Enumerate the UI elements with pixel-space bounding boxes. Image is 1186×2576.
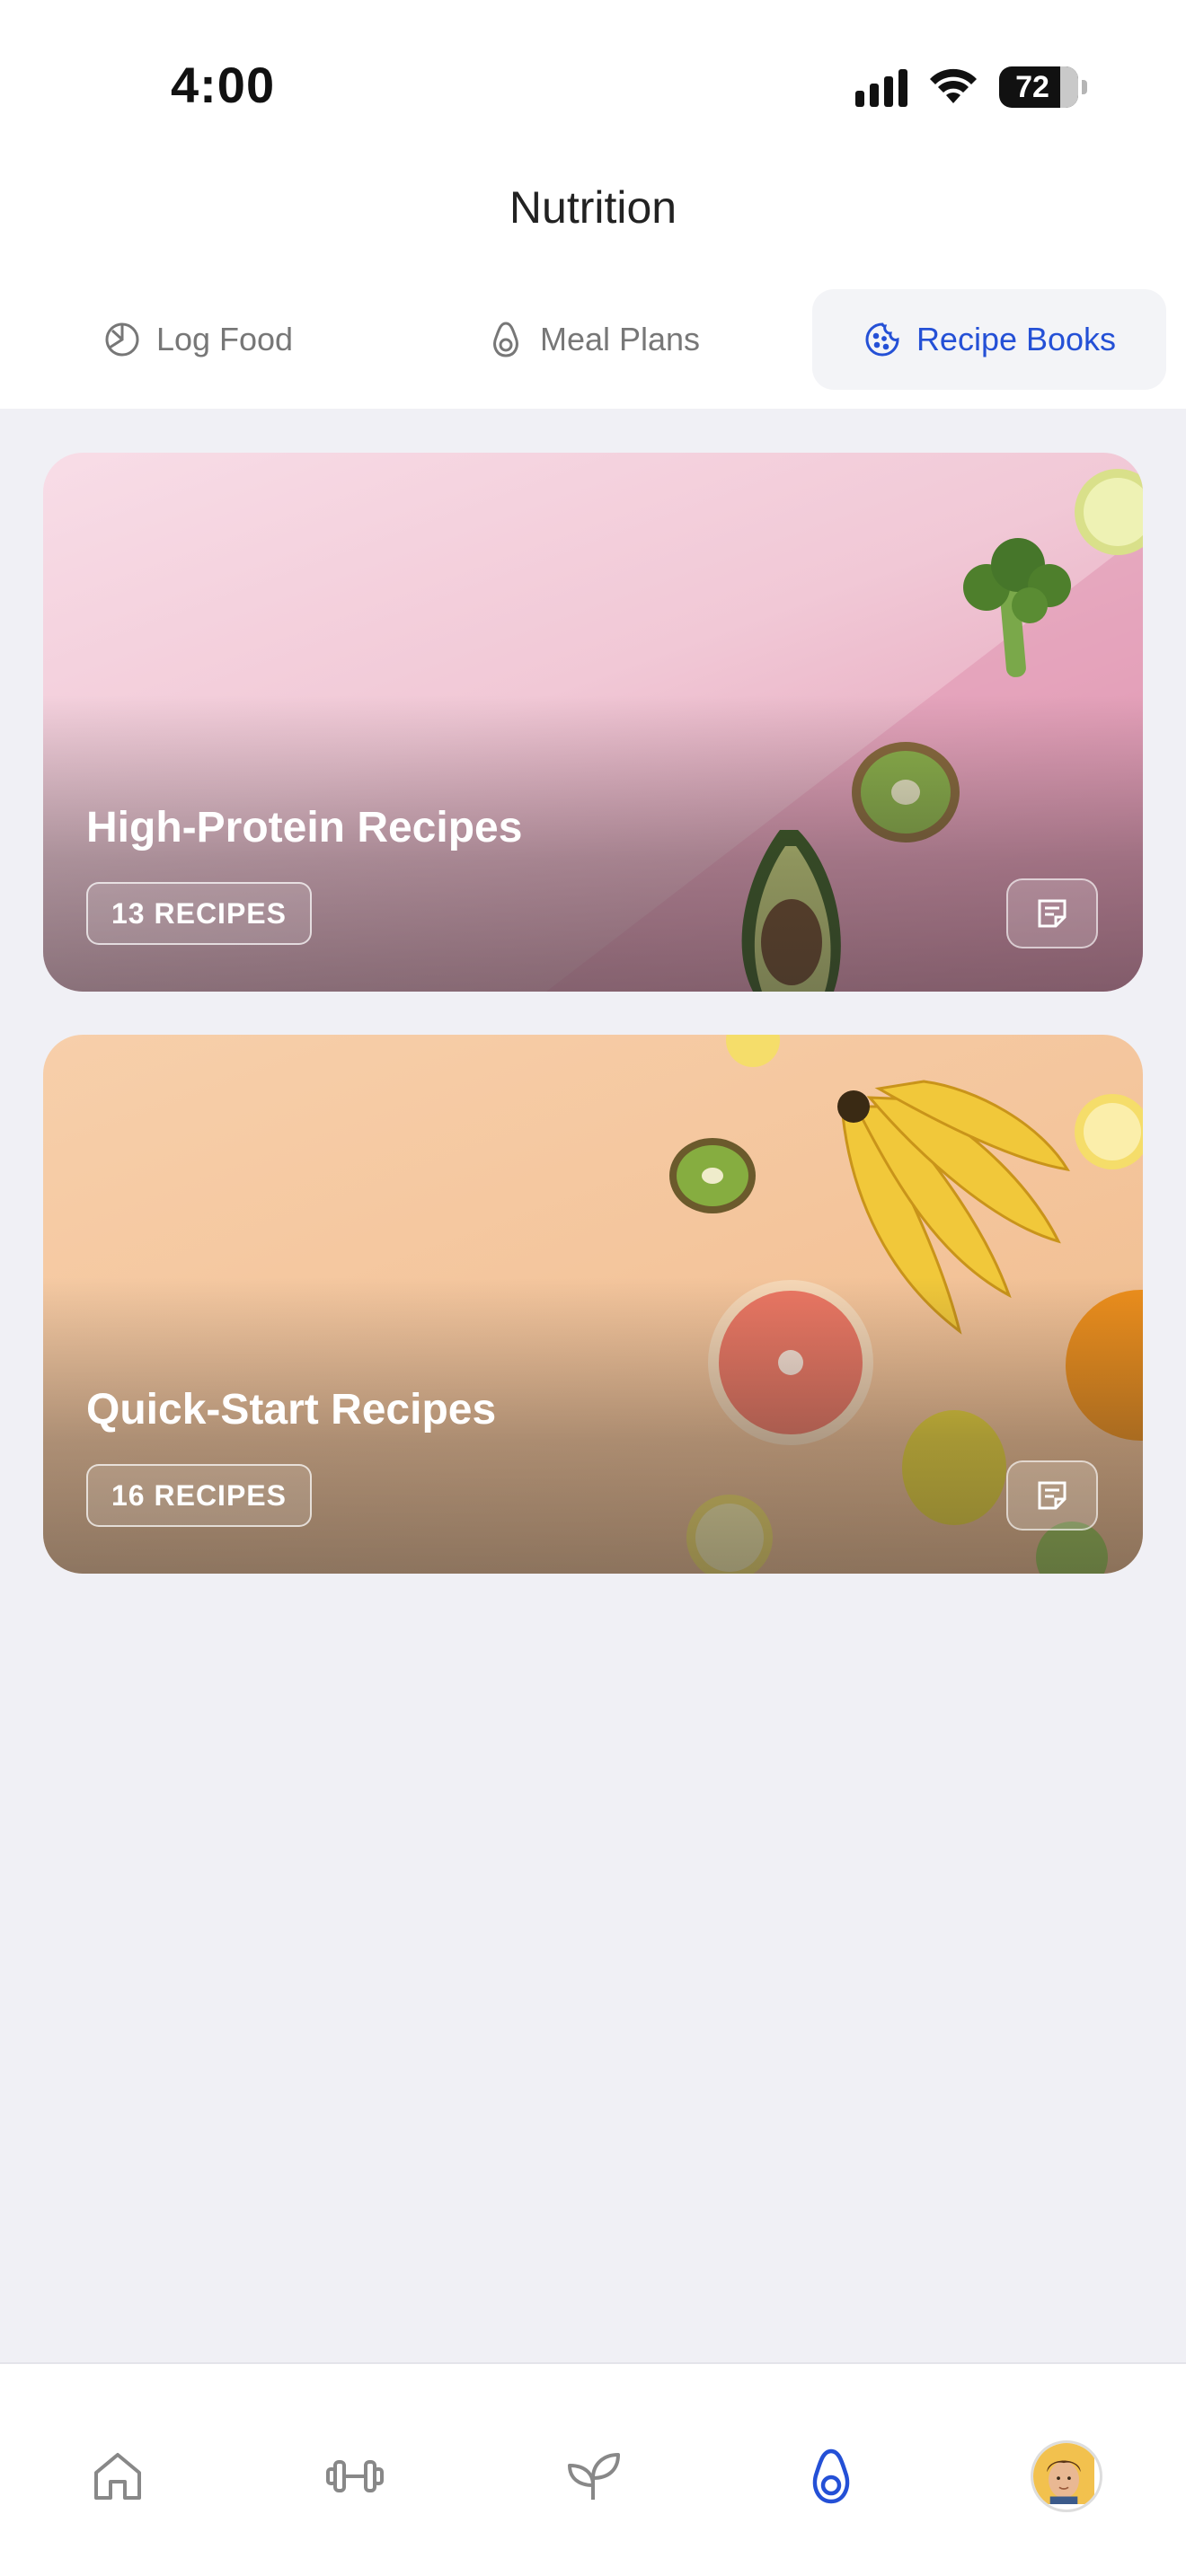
pie-chart-icon — [105, 322, 139, 357]
tab-label: Meal Plans — [539, 321, 701, 357]
status-bar: 4:00 72 — [0, 0, 1186, 171]
tab-log-food[interactable]: Log Food — [27, 289, 368, 390]
avatar — [1031, 2440, 1102, 2512]
notes-button[interactable] — [1006, 1460, 1098, 1531]
nav-nutrition[interactable] — [782, 2427, 881, 2526]
signal-icon — [855, 67, 907, 107]
tab-recipe-books[interactable]: Recipe Books — [812, 289, 1166, 390]
leaf-icon — [568, 2453, 620, 2500]
notes-button[interactable] — [1006, 878, 1098, 948]
recipe-book-title: High-Protein Recipes — [86, 804, 523, 851]
home-icon — [94, 2453, 141, 2500]
battery-icon: 72 — [999, 66, 1087, 108]
bottom-nav — [0, 2362, 1186, 2576]
status-time: 4:00 — [171, 57, 276, 113]
tab-meal-plans[interactable]: Meal Plans — [422, 289, 764, 390]
tab-label: Recipe Books — [916, 321, 1117, 357]
recipe-book-card[interactable]: High-Protein Recipes 13 RECIPES — [43, 453, 1143, 992]
nutrition-screen: 4:00 72 Nutrition Log Food Meal Plans Re… — [0, 0, 1186, 2576]
avocado-icon — [493, 322, 518, 357]
notes-icon — [1038, 1481, 1067, 1510]
recipe-count-badge: 13 RECIPES — [86, 882, 312, 945]
page-title: Nutrition — [509, 182, 677, 233]
wifi-icon — [930, 68, 977, 103]
status-icons: 72 — [855, 65, 1087, 110]
nav-profile[interactable] — [1017, 2427, 1116, 2526]
nav-home[interactable] — [68, 2427, 167, 2526]
notes-icon — [1038, 899, 1067, 928]
cookie-icon — [865, 322, 899, 357]
avocado-icon — [812, 2448, 850, 2504]
header-area: 4:00 72 Nutrition Log Food Meal Plans Re… — [0, 0, 1186, 409]
dumbbell-icon — [326, 2460, 384, 2492]
battery-level: 72 — [1015, 69, 1049, 104]
recipe-book-title: Quick-Start Recipes — [86, 1386, 497, 1434]
segmented-tabs: Log Food Meal Plans Recipe Books — [0, 289, 1186, 390]
recipe-count-badge: 16 RECIPES — [86, 1464, 312, 1527]
nav-wellness[interactable] — [544, 2427, 642, 2526]
tab-label: Log Food — [155, 321, 294, 357]
nav-workouts[interactable] — [305, 2427, 404, 2526]
recipe-book-card[interactable]: Quick-Start Recipes 16 RECIPES — [43, 1035, 1143, 1574]
